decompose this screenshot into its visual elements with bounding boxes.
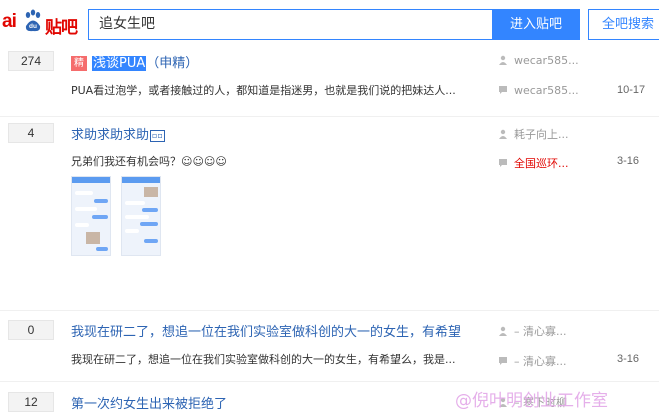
last-reply-name: – 清心寡... [514,355,567,368]
enter-tieba-button[interactable]: 进入贴吧 [492,9,580,40]
thread-abstract: 我现在研二了，想追一位在我们实验室做科创的大一的女生，有希望么，我是... [71,353,456,366]
last-reply-name: wecar585... [514,84,579,97]
reply-count: 0 [8,320,54,340]
title-text: 求助求助求助 [71,128,150,143]
comment-icon [499,86,507,94]
thread-date: 10-17 [617,84,646,96]
thread-item: 4 求助求助求助 ▫▫ 兄弟们我还有机会吗？☺☺☺☺ 耗子向上... 全国巡环..… [0,117,659,307]
thread-abstract: 兄弟们我还有机会吗？☺☺☺☺ [71,155,227,168]
author-name: – 清心寡... [514,325,567,338]
user-icon [499,326,507,336]
essence-badge: 精 [71,56,87,71]
search-input[interactable]: 追女生吧 [88,9,492,40]
paw-icon: du [25,9,41,32]
thread-author[interactable]: 耗子向上... [498,126,569,142]
user-icon [499,129,507,139]
thread-thumbnail[interactable] [121,176,161,256]
thread-thumbnail[interactable] [71,176,111,256]
search-all-button[interactable]: 全吧搜索 [588,9,659,40]
logo-text-ai: ai [2,11,17,32]
title-rest: （申精） [146,56,199,71]
reply-count: 4 [8,123,54,143]
comment-icon [499,357,507,365]
header: ai du 贴吧 追女生吧 进入贴吧 全吧搜索 [0,0,659,46]
thread-author[interactable]: – 清心寡... [498,323,567,339]
thread-item: 0 我现在研二了，想追一位在我们实验室做科创的大一的女生，有希望 我现在研二了，… [0,311,659,377]
logo-text-tieba: 贴吧 [45,18,78,38]
comment-icon [499,159,507,167]
last-reply-name: 全国巡环... [514,157,569,170]
author-name: wecar585... [514,54,579,67]
logo-text-du: du [29,23,37,30]
thread-last-reply[interactable]: – 清心寡... [498,353,567,369]
author-name: 耗子向上... [514,128,569,141]
thread-abstract: PUA看过泡学，或者接触过的人，都知道是指迷男，也就是我们说的把妹达人... [71,84,456,97]
thread-title[interactable]: 精浅谈PUA（申精） [71,52,198,71]
thread-author[interactable]: wecar585... [498,54,579,67]
thread-title[interactable]: 求助求助求助 ▫▫ [71,124,165,143]
thread-last-reply[interactable]: 全国巡环... [498,155,569,171]
thread-item: 274 精浅谈PUA（申精） PUA看过泡学，或者接触过的人，都知道是指迷男，也… [0,46,659,116]
thread-date: 3-16 [617,155,640,167]
thread-title[interactable]: 第一次约女生出来被拒绝了 [71,393,227,412]
reply-count: 12 [8,392,54,412]
title-emoji-icon: ▫▫ [150,130,165,142]
user-icon [499,55,507,65]
watermark: @倪叶明创业工作室 [455,391,608,411]
thread-date: 3-16 [617,353,640,365]
thread-title[interactable]: 我现在研二了，想追一位在我们实验室做科创的大一的女生，有希望 [71,321,461,340]
baidu-tieba-logo[interactable]: ai du 贴吧 [2,7,84,39]
thread-last-reply[interactable]: wecar585... [498,84,579,97]
title-highlight: 浅谈PUA [92,56,147,71]
reply-count: 274 [8,51,54,71]
